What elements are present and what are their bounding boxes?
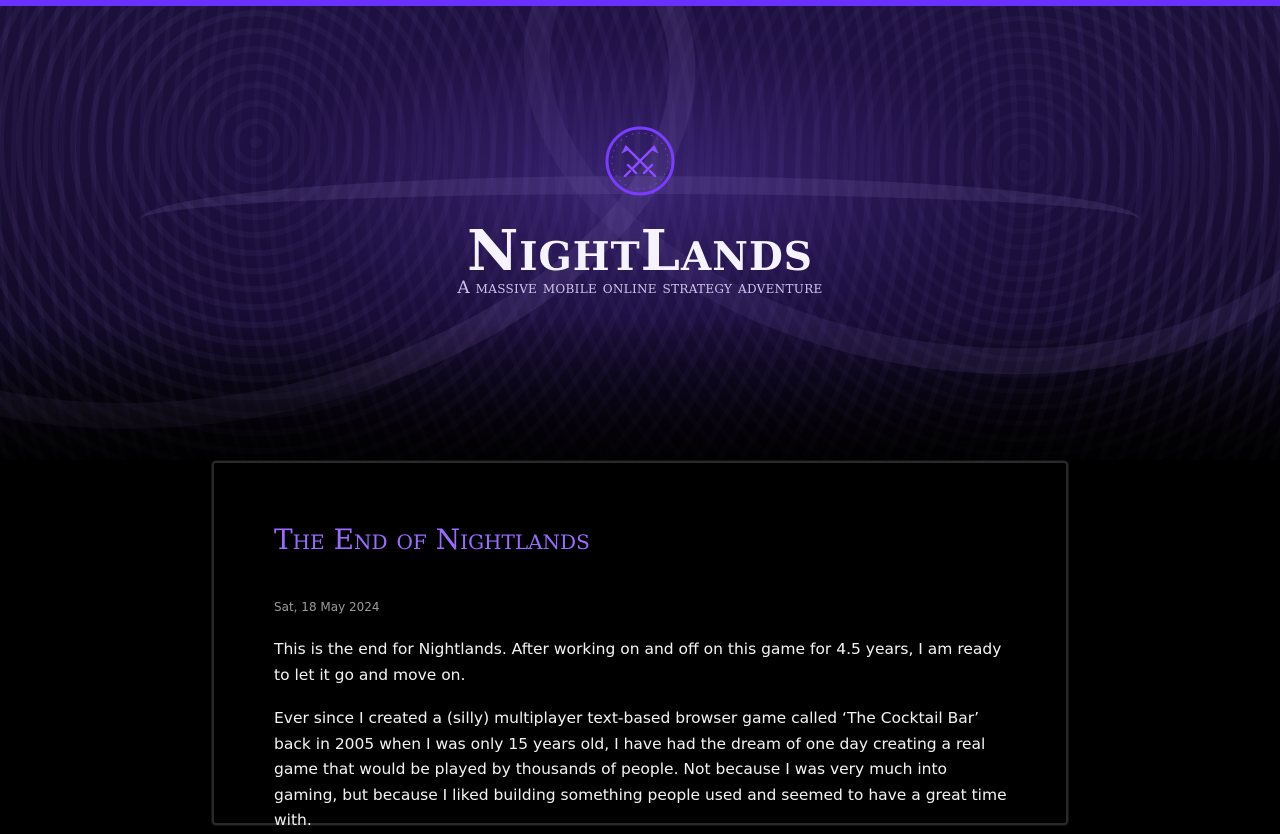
hero-fade [0,320,1280,460]
post-paragraph: Ever since I created a (silly) multiplay… [274,709,1007,829]
post-date: Sat, 18 May 2024 [274,600,380,614]
site-title: NightLands [467,218,813,284]
post-title: The End of Nightlands [274,523,590,556]
crossed-swords-icon[interactable] [604,125,676,197]
post-paragraph: This is the end for Nightlands. After wo… [274,640,1002,684]
site-tagline: A massive mobile online strategy adventu… [457,278,823,298]
